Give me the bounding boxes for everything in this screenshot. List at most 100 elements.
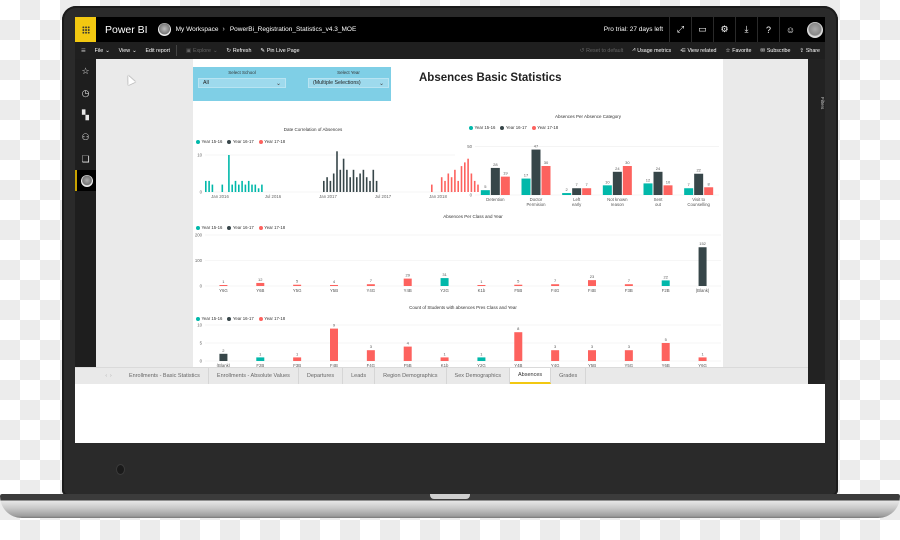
data-label: 22 xyxy=(696,168,701,173)
bar xyxy=(231,184,233,192)
top-bar: Power BI My Workspace › PowerBi_Registra… xyxy=(75,17,825,42)
empty-area xyxy=(75,384,825,443)
pin-live-page-button[interactable]: ✎ Pin Live Page xyxy=(260,48,299,54)
data-label: 1 xyxy=(443,351,446,356)
tab-scroll: ‹ › xyxy=(96,368,121,384)
tab-leads[interactable]: Leads xyxy=(343,368,376,384)
share-label: Share xyxy=(805,47,820,54)
data-label: 8 xyxy=(517,326,520,331)
tab-enrollments-absolute-values[interactable]: Enrollments - Absolute Values xyxy=(209,368,299,384)
data-label: 1 xyxy=(480,351,483,356)
y-tick-label: 10 xyxy=(197,153,202,158)
apps-icon[interactable]: ▚ xyxy=(75,105,96,126)
school-dropdown[interactable]: All ⌄ xyxy=(198,78,286,88)
legend-label: Year 17-18 xyxy=(264,139,286,144)
bar xyxy=(684,188,694,195)
legend-item[interactable]: Year 17-18 xyxy=(258,139,286,144)
bar xyxy=(403,346,412,361)
favorite-label: Favorite xyxy=(732,47,752,54)
bar xyxy=(256,282,265,286)
bar xyxy=(477,285,486,286)
chevron-right-icon[interactable]: › xyxy=(110,373,112,379)
related-icon: ⋲ xyxy=(680,47,686,54)
app-launcher-button[interactable] xyxy=(75,17,96,42)
refresh-button[interactable]: ↻ Refresh xyxy=(226,48,251,54)
tab-absences[interactable]: Absences xyxy=(510,368,552,384)
legend-dot-icon xyxy=(227,139,232,144)
tab-departures[interactable]: Departures xyxy=(299,368,344,384)
bar xyxy=(323,180,325,192)
bar xyxy=(624,350,633,361)
user-avatar[interactable] xyxy=(807,21,823,38)
my-workspace-avatar[interactable] xyxy=(75,170,96,191)
chevron-down-icon: ⌄ xyxy=(212,47,218,54)
help-icon[interactable]: ? xyxy=(757,17,779,42)
y-tick-label: 10 xyxy=(197,323,202,328)
x-tick-label: Y4B xyxy=(404,288,412,293)
feedback-icon[interactable]: ▭ xyxy=(691,17,713,42)
mouse-cursor-icon xyxy=(124,73,136,86)
legend: Year 15-16 Year 16-17 Year 17-18 xyxy=(196,139,285,144)
subscribe-button[interactable]: ✉ Subscribe xyxy=(760,48,790,54)
bar xyxy=(514,284,523,286)
refresh-label: Refresh xyxy=(232,47,252,54)
expand-icon[interactable]: ⤢ xyxy=(669,17,691,42)
bar xyxy=(211,184,214,192)
data-label: 7 xyxy=(688,182,691,187)
smiley-icon[interactable]: ☺ xyxy=(779,17,801,42)
legend-item[interactable]: Year 15-16 xyxy=(469,125,495,130)
chevron-down-icon: ⌄ xyxy=(105,47,110,54)
bar xyxy=(205,180,207,192)
shared-with-me-icon[interactable]: ⚇ xyxy=(75,127,96,148)
x-tick-label: K1b xyxy=(478,288,486,293)
workspaces-icon[interactable]: ❏ xyxy=(75,149,96,170)
legend-item[interactable]: Year 15-16 xyxy=(196,139,222,144)
bar xyxy=(490,167,500,195)
y-tick-label: 0 xyxy=(200,359,203,364)
date-correlation-chart: 0 10 Jan 2016 Jul 2016 Jan 2017 Jul 2017 Jan 2… xyxy=(197,151,479,199)
x-tick-label: Y2G xyxy=(440,288,449,293)
share-button[interactable]: ⇪ Share xyxy=(799,48,820,54)
reset-icon: ↺ xyxy=(579,47,585,54)
legend-item[interactable]: Year 16-17 xyxy=(227,139,254,144)
usage-metrics-button[interactable]: ⩘ Usage metrics xyxy=(632,47,671,54)
download-icon[interactable]: ⤓ xyxy=(735,17,757,42)
filters-label[interactable]: Filters xyxy=(820,97,825,109)
chevron-left-icon[interactable]: ‹ xyxy=(105,373,107,379)
legend-item[interactable]: Year 17-18 xyxy=(531,125,558,130)
recent-clock-icon[interactable]: ◷ xyxy=(75,83,96,104)
reset-to-default-button[interactable]: ↺ Reset to default xyxy=(580,48,624,54)
data-label: 47 xyxy=(534,144,539,149)
hamburger-icon[interactable]: ≡ xyxy=(81,46,86,55)
legend-item[interactable]: Year 16-17 xyxy=(500,125,527,130)
x-tick-label: early xyxy=(572,202,582,207)
left-nav: ☆ ◷ ▚ ⚇ ❏ xyxy=(75,59,96,367)
favorites-star-icon[interactable]: ☆ xyxy=(75,61,96,82)
file-menu[interactable]: File ⌄ xyxy=(95,48,110,54)
data-label: 31 xyxy=(442,272,447,277)
explore-menu[interactable]: ▣ Explore ⌄ xyxy=(186,48,217,54)
x-tick-label: Permision xyxy=(526,202,546,207)
gear-icon[interactable]: ⚙ xyxy=(713,17,735,42)
edit-report-button[interactable]: Edit report xyxy=(146,48,170,54)
explore-icon: ▣ xyxy=(185,47,191,54)
data-label: 10 xyxy=(666,179,671,184)
breadcrumb-workspace[interactable]: My Workspace xyxy=(176,26,219,33)
bar xyxy=(219,285,228,286)
bar xyxy=(403,278,412,286)
view-menu[interactable]: View ⌄ xyxy=(119,48,137,54)
tab-enrollments-basic-statistics[interactable]: Enrollments - Basic Statistics xyxy=(121,368,209,384)
breadcrumb-report[interactable]: PowerBi_Registration_Statistics_v4.3_MOE xyxy=(230,26,356,33)
year-dropdown[interactable]: (Multiple Selections) ⌄ xyxy=(308,78,389,88)
view-related-button[interactable]: ⋲ View related xyxy=(680,48,716,54)
data-label: 17 xyxy=(524,173,529,178)
favorite-button[interactable]: ☆ Favorite xyxy=(726,48,752,54)
x-tick-label: F3B xyxy=(625,288,633,293)
usage-label: Usage metrics xyxy=(637,47,672,54)
tab-region-demographics[interactable]: Region Demographics xyxy=(375,368,447,384)
bar xyxy=(698,247,707,286)
bar xyxy=(326,177,328,192)
trial-status[interactable]: Pro trial: 27 days left xyxy=(604,26,663,33)
tab-sex-demographics[interactable]: Sex Demographics xyxy=(447,368,510,384)
tab-grades[interactable]: Grades xyxy=(551,368,587,384)
